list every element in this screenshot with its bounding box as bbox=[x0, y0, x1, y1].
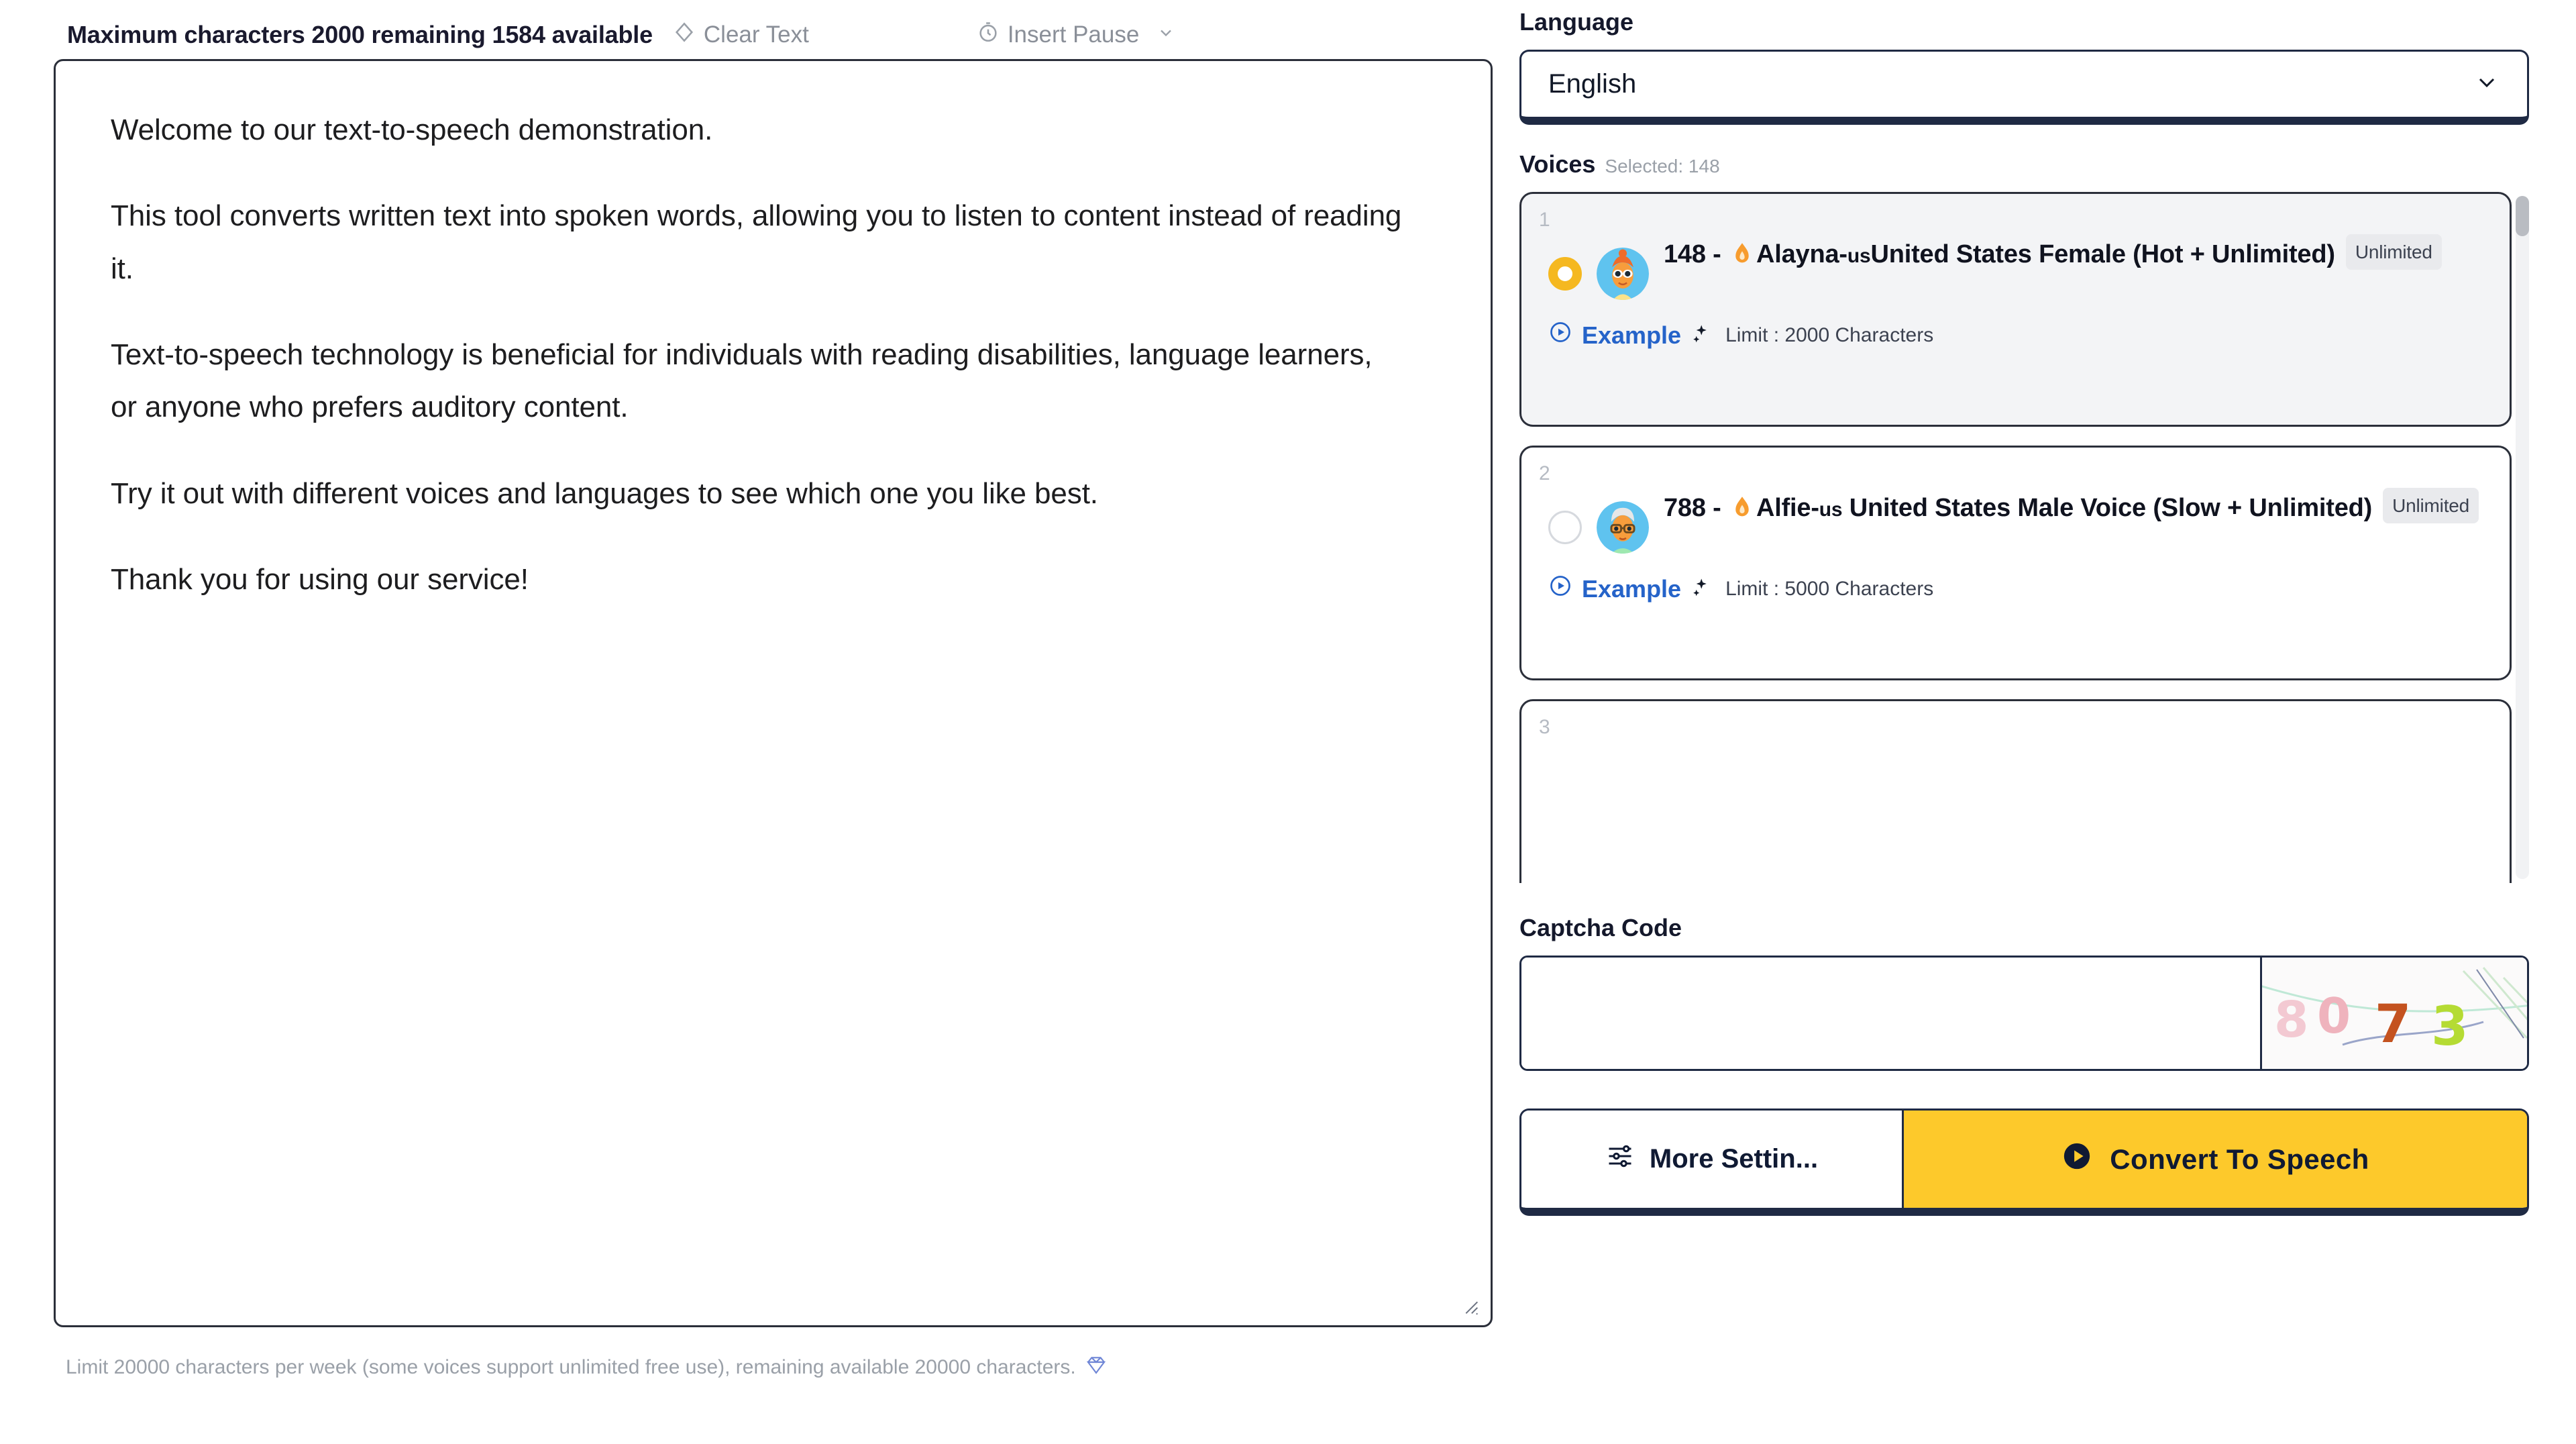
chevron-down-icon bbox=[2473, 69, 2500, 99]
svg-text:3: 3 bbox=[2431, 995, 2469, 1058]
captcha-input[interactable] bbox=[1521, 958, 2260, 1069]
play-circle-icon bbox=[1548, 320, 1572, 350]
voice-id-prefix: 148 - bbox=[1664, 240, 1728, 268]
convert-to-speech-button[interactable]: Convert To Speech bbox=[1904, 1111, 2527, 1208]
avatar bbox=[1597, 248, 1649, 300]
voice-card-body: 148 - Alayna-usUnited States Female (Hot… bbox=[1548, 217, 2483, 300]
voices-list[interactable]: 1 148 - Alayna-usUnited States Female (H… bbox=[1519, 192, 2529, 883]
clear-text-label: Clear Text bbox=[703, 21, 809, 48]
voice-meta: Example Limit : 5000 Characters bbox=[1548, 574, 2483, 604]
textarea-paragraph: Text-to-speech technology is beneficial … bbox=[111, 338, 1373, 424]
voice-region-code: us bbox=[1819, 499, 1843, 521]
captcha-row: 8 0 7 3 bbox=[1519, 956, 2529, 1071]
clear-text-button[interactable]: Clear Text bbox=[673, 21, 809, 50]
voice-name: Alfie- bbox=[1756, 494, 1819, 522]
voice-radio-selected[interactable] bbox=[1548, 257, 1582, 291]
sliders-icon bbox=[1605, 1141, 1635, 1178]
example-play-button[interactable]: Example bbox=[1548, 574, 1681, 604]
voice-limit-text: Limit : 2000 Characters bbox=[1725, 323, 1934, 346]
svg-text:0: 0 bbox=[2317, 988, 2351, 1044]
tts-textarea[interactable]: Welcome to our text-to-speech demonstrat… bbox=[54, 59, 1493, 1327]
language-selected-value: English bbox=[1548, 69, 1637, 99]
flame-icon bbox=[1732, 243, 1752, 271]
play-circle-icon bbox=[1548, 574, 1572, 604]
svg-text:7: 7 bbox=[2375, 994, 2411, 1055]
play-icon bbox=[2061, 1141, 2092, 1178]
tts-page: Maximum characters 2000 remaining 1584 a… bbox=[0, 0, 2576, 1444]
voice-card[interactable]: 1 148 - Alayna-usUnited States Female (H… bbox=[1519, 192, 2512, 427]
usage-footer: Limit 20000 characters per week (some vo… bbox=[54, 1354, 1493, 1381]
voices-title: Voices bbox=[1519, 150, 1596, 178]
captcha-label: Captcha Code bbox=[1519, 914, 1682, 941]
language-select[interactable]: English bbox=[1519, 50, 2529, 125]
textarea-paragraph: Try it out with different voices and lan… bbox=[111, 476, 1098, 510]
voice-name: Alayna- bbox=[1756, 240, 1847, 268]
editor-panel: Maximum characters 2000 remaining 1584 a… bbox=[54, 0, 1493, 1444]
textarea-paragraph: Welcome to our text-to-speech demonstrat… bbox=[111, 113, 713, 146]
chevron-down-icon bbox=[1157, 21, 1175, 48]
voices-label: Voices Selected: 148 bbox=[1519, 150, 2529, 178]
voice-limit-text: Limit : 5000 Characters bbox=[1725, 577, 1934, 600]
voice-index: 3 bbox=[1539, 716, 1550, 738]
voices-scrollbar[interactable] bbox=[2516, 196, 2529, 879]
language-label: Language bbox=[1519, 8, 1634, 36]
textarea-paragraph: Thank you for using our service! bbox=[111, 562, 529, 596]
insert-pause-button[interactable]: Insert Pause bbox=[977, 21, 1176, 50]
avatar bbox=[1597, 501, 1649, 554]
voices-selected-note: Selected: 148 bbox=[1605, 156, 1720, 176]
svg-text:8: 8 bbox=[2274, 991, 2309, 1049]
clock-icon bbox=[977, 21, 1000, 50]
voices-scrollbar-thumb[interactable] bbox=[2516, 196, 2529, 236]
diamond-gem-icon bbox=[1085, 1354, 1107, 1381]
voice-index: 2 bbox=[1539, 462, 1550, 484]
voice-card-body: 788 - Alfie-us United States Male Voice … bbox=[1548, 470, 2483, 554]
voice-title: 148 - Alayna-usUnited States Female (Hot… bbox=[1664, 234, 2442, 277]
voice-card[interactable]: 3 bbox=[1519, 699, 2512, 883]
voice-region-code: us bbox=[1847, 245, 1871, 267]
resize-handle-icon[interactable] bbox=[1458, 1294, 1481, 1317]
voice-index: 1 bbox=[1539, 209, 1550, 231]
editor-toolbar: Maximum characters 2000 remaining 1584 a… bbox=[54, 15, 1493, 55]
example-play-button[interactable]: Example bbox=[1548, 320, 1681, 350]
textarea-paragraph: This tool converts written text into spo… bbox=[111, 199, 1402, 285]
flame-icon bbox=[1732, 497, 1752, 525]
diamond-icon bbox=[673, 21, 696, 50]
voice-description: United States Female (Hot + Unlimited) bbox=[1870, 240, 2335, 268]
text-input-area: Welcome to our text-to-speech demonstrat… bbox=[54, 59, 1493, 1334]
voice-description: United States Male Voice (Slow + Unlimit… bbox=[1842, 494, 2373, 522]
insert-pause-label: Insert Pause bbox=[1007, 21, 1140, 48]
voice-radio-unselected[interactable] bbox=[1548, 511, 1582, 544]
example-label: Example bbox=[1582, 574, 1682, 603]
settings-panel: Language English Voices Selected: 148 1 bbox=[1519, 0, 2529, 1444]
footer-note-text: Limit 20000 characters per week (some vo… bbox=[66, 1356, 1076, 1378]
voice-card[interactable]: 2 788 - Alfie-us United States Male Voic… bbox=[1519, 446, 2512, 680]
voice-badge: Unlimited bbox=[2345, 234, 2442, 270]
voice-title: 788 - Alfie-us United States Male Voice … bbox=[1664, 488, 2479, 531]
voice-id-prefix: 788 - bbox=[1664, 494, 1728, 522]
voice-badge: Unlimited bbox=[2383, 488, 2479, 524]
more-settings-label: More Settin... bbox=[1649, 1144, 1819, 1174]
sparkle-icon bbox=[1690, 577, 1711, 601]
action-buttons: More Settin... Convert To Speech bbox=[1519, 1108, 2529, 1216]
sparkle-icon bbox=[1690, 323, 1711, 347]
voice-meta: Example Limit : 2000 Characters bbox=[1548, 320, 2483, 350]
character-counter: Maximum characters 2000 remaining 1584 a… bbox=[67, 21, 653, 48]
example-label: Example bbox=[1582, 321, 1682, 349]
captcha-image[interactable]: 8 0 7 3 bbox=[2260, 958, 2527, 1069]
more-settings-button[interactable]: More Settin... bbox=[1521, 1111, 1904, 1208]
convert-label: Convert To Speech bbox=[2110, 1143, 2369, 1175]
